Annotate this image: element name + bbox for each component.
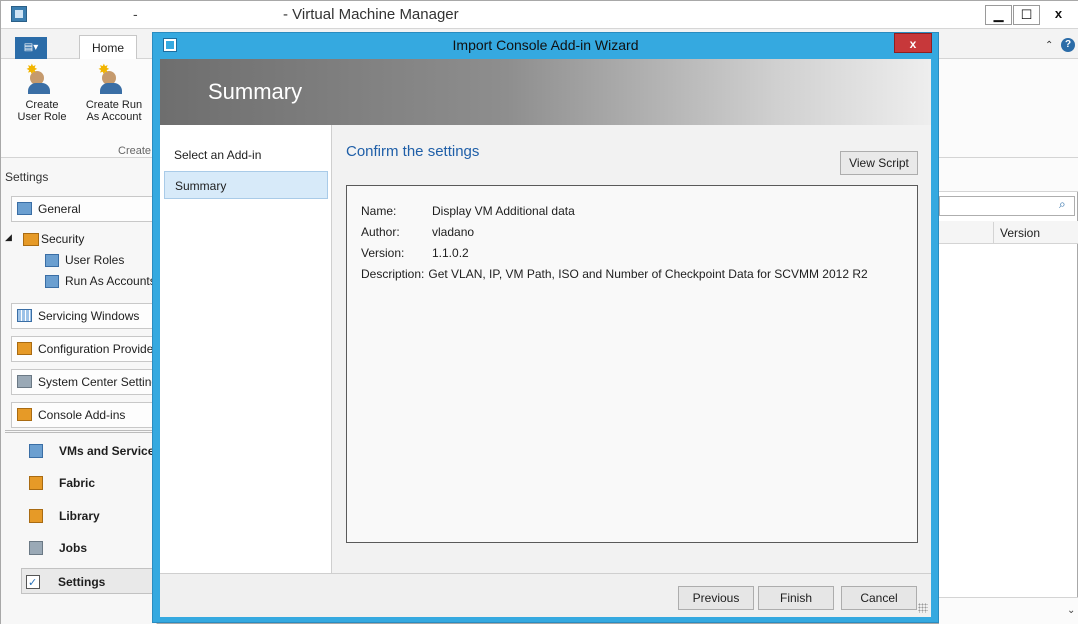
step-summary[interactable]: Summary <box>164 171 328 199</box>
nav-item-label: User Roles <box>65 253 125 267</box>
wizard-body: Summary Select an Add-in Summary Confirm… <box>160 59 931 617</box>
summary-value: vladano <box>432 225 475 239</box>
summary-box: Name: Display VM Additional data Author: v… <box>346 185 918 543</box>
summary-row-description: Description: Get VLAN, IP, VM Path, ISO a… <box>361 267 868 281</box>
workspace-vms-and-services[interactable]: VMs and Services <box>25 438 157 464</box>
summary-row-name: Name: Display VM Additional data <box>361 204 575 218</box>
nav-item-run-as-accounts[interactable]: Run As Accounts <box>45 274 156 288</box>
calendar-icon <box>17 309 32 322</box>
system-center-icon <box>17 375 32 388</box>
help-icon[interactable]: ? <box>1061 38 1075 52</box>
tab-home[interactable]: Home <box>79 35 137 60</box>
left-navigation: Settings General ◢ Security User Roles R… <box>1 158 157 624</box>
nav-item-console-addins[interactable]: Console Add-ins <box>11 402 156 428</box>
step-select-addin[interactable]: Select an Add-in <box>164 141 328 169</box>
nav-item-system-center-settings[interactable]: System Center Settings <box>11 369 157 395</box>
vms-services-icon <box>29 444 43 458</box>
summary-value: Get VLAN, IP, VM Path, ISO and Number of… <box>428 267 868 281</box>
cancel-button[interactable]: Cancel <box>841 586 917 610</box>
nav-heading: Settings <box>5 170 49 184</box>
wizard-close-button[interactable]: x <box>894 33 932 53</box>
workspace-library[interactable]: Library <box>25 503 100 529</box>
nav-item-label: General <box>38 202 81 216</box>
summary-row-author: Author: vladano <box>361 225 474 239</box>
wizard-steps: Select an Add-in Summary <box>160 125 332 573</box>
security-icon <box>23 233 39 246</box>
minimize-button[interactable]: ▁ <box>985 5 1012 25</box>
create-runas-label-2: As Account <box>86 111 142 123</box>
results-header <box>939 158 1078 192</box>
create-runas-label-1: Create Run <box>85 99 143 111</box>
wizard-banner: Summary <box>160 59 931 125</box>
library-icon <box>29 509 43 523</box>
ribbon-collapse-icon[interactable]: ⌃ <box>1045 40 1053 51</box>
finish-button[interactable]: Finish <box>758 586 834 610</box>
nav-item-label: Run As Accounts <box>65 274 156 288</box>
settings-check-icon <box>26 570 40 596</box>
user-roles-icon <box>45 254 59 267</box>
workspace-fabric[interactable]: Fabric <box>25 470 95 496</box>
summary-row-version: Version: 1.1.0.2 <box>361 246 469 260</box>
summary-label: Author: <box>361 225 400 239</box>
nav-item-servicing-windows[interactable]: Servicing Windows <box>11 303 156 329</box>
nav-item-label: Security <box>41 232 85 246</box>
runas-account-icon: ✸ <box>98 62 130 95</box>
view-script-button[interactable]: View Script <box>840 151 918 175</box>
search-icon[interactable]: ⌕ <box>1059 197 1066 212</box>
previous-button[interactable]: Previous <box>678 586 754 610</box>
general-icon <box>17 202 32 215</box>
nav-splitter[interactable] <box>5 430 155 433</box>
nav-item-general[interactable]: General <box>11 196 156 222</box>
window-title: - Virtual Machine Manager <box>283 6 459 23</box>
main-titlebar: - - Virtual Machine Manager ▁ ☐ x <box>1 1 1078 29</box>
wizard-titlebar: Import Console Add-in Wizard x <box>153 33 938 59</box>
nav-item-label: Configuration Providers <box>38 342 157 356</box>
create-user-role-label-1: Create <box>25 99 59 111</box>
workspace-jobs[interactable]: Jobs <box>25 535 87 561</box>
nav-item-user-roles[interactable]: User Roles <box>45 253 124 267</box>
file-menu-button[interactable]: ▤▾ <box>15 37 47 59</box>
run-as-accounts-icon <box>45 275 59 288</box>
summary-value: Display VM Additional data <box>432 204 575 218</box>
ribbon-group-label: Create <box>118 145 152 157</box>
search-input[interactable] <box>939 196 1075 216</box>
details-pane-bar <box>939 597 1078 624</box>
nav-item-label: Servicing Windows <box>38 309 140 323</box>
create-user-role-button[interactable]: ✸ Create User Role <box>7 62 77 123</box>
user-role-icon: ✸ <box>26 62 58 95</box>
workspace-label: Fabric <box>59 476 96 490</box>
workspace-label: Settings <box>58 575 106 589</box>
confirm-heading: Confirm the settings <box>346 143 480 160</box>
summary-label: Name: <box>361 204 397 218</box>
app-icon[interactable] <box>11 6 27 22</box>
wizard-title: Import Console Add-in Wizard <box>452 37 639 53</box>
wizard-page-title: Summary <box>208 79 303 104</box>
wizard-footer: Previous Finish Cancel <box>160 573 931 617</box>
summary-label: Version: <box>361 246 405 260</box>
console-addins-icon <box>17 408 32 421</box>
close-button[interactable]: x <box>1045 5 1072 25</box>
workspace-label: Jobs <box>59 541 88 555</box>
chevron-down-icon[interactable]: ⌄ <box>1067 605 1075 616</box>
jobs-icon <box>29 541 43 555</box>
nav-item-label: Console Add-ins <box>38 408 126 422</box>
maximize-button[interactable]: ☐ <box>1013 5 1040 25</box>
workspace-label: Library <box>59 509 100 523</box>
workspace-label: VMs and Services <box>59 444 157 458</box>
import-addin-wizard: Import Console Add-in Wizard x Summary S… <box>152 32 939 623</box>
configuration-providers-icon <box>17 342 32 355</box>
create-user-role-label-2: User Role <box>17 111 67 123</box>
title-dash: - <box>133 6 138 22</box>
expand-arrow-icon[interactable]: ◢ <box>5 232 12 243</box>
nav-item-configuration-providers[interactable]: Configuration Providers <box>11 336 157 362</box>
summary-label: Description: <box>361 267 425 281</box>
summary-value: 1.1.0.2 <box>432 246 469 260</box>
wizard-content: Confirm the settings View Script Name: Di… <box>332 125 931 573</box>
nav-item-label: System Center Settings <box>38 375 157 389</box>
workspace-settings[interactable]: Settings <box>21 568 156 596</box>
column-header-version[interactable]: Version <box>993 222 1078 244</box>
fabric-icon <box>29 476 43 490</box>
resize-grip-icon[interactable] <box>918 603 928 613</box>
create-runas-account-button[interactable]: ✸ Create Run As Account <box>79 62 149 123</box>
